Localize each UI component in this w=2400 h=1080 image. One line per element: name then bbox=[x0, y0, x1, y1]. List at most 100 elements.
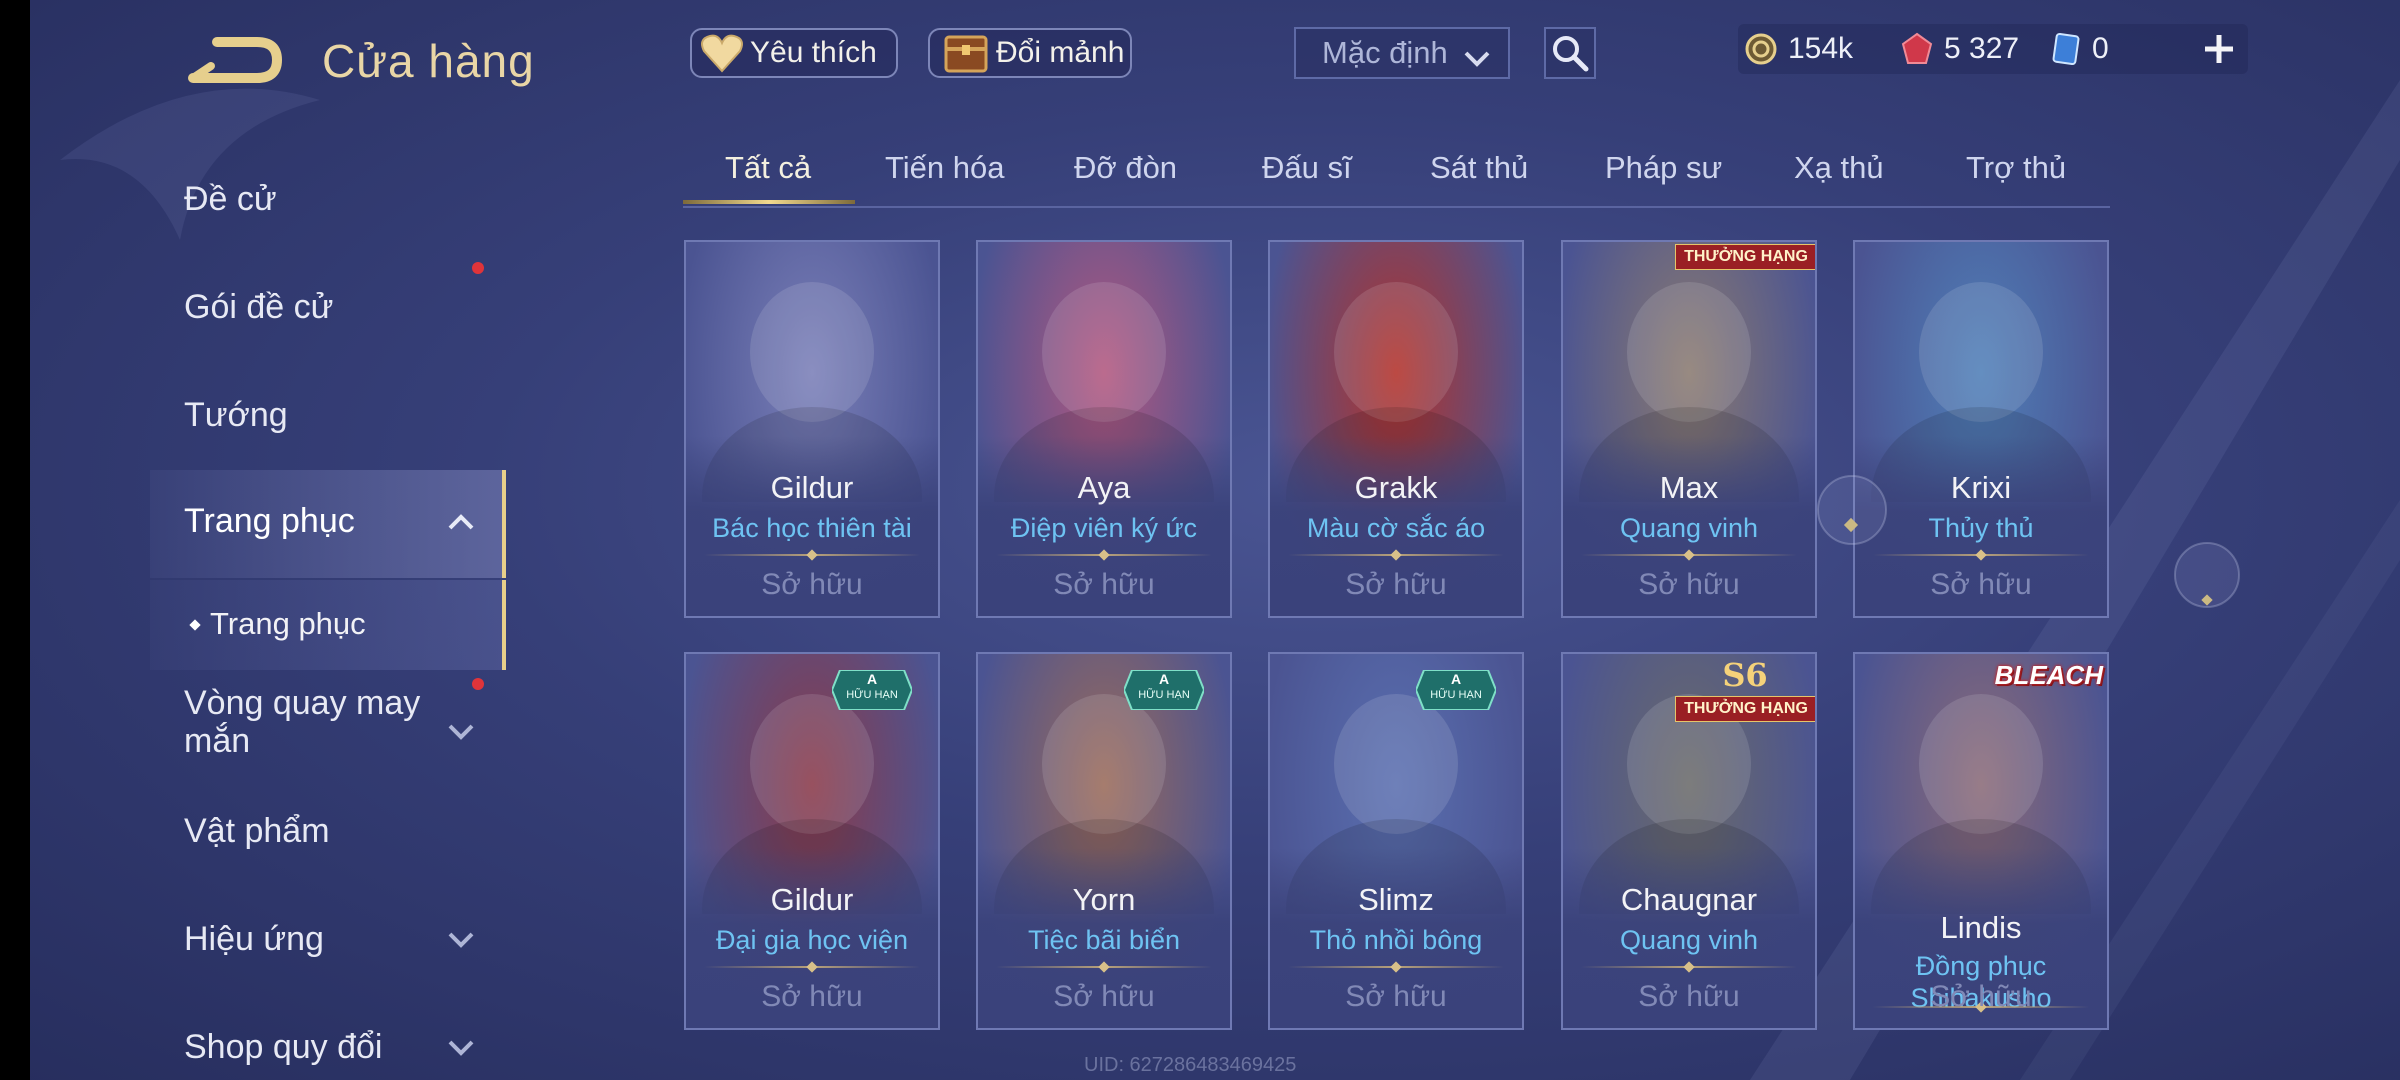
hero-name: Aya bbox=[1077, 470, 1131, 505]
gold-coin-icon bbox=[1744, 32, 1778, 66]
skin-card[interactable]: BLEACH Lindis Đồng phục Shihakusho Sở hữu bbox=[1853, 652, 2109, 1030]
skin-card[interactable]: A HỮU HẠN Gildur Đại gia học viện Sở hữu bbox=[684, 652, 940, 1030]
chevron-down-icon bbox=[448, 1040, 474, 1056]
skin-card[interactable]: Aya Điệp viên ký ức Sở hữu bbox=[976, 240, 1232, 618]
fragment-exchange-button[interactable]: Đổi mảnh bbox=[928, 28, 1132, 78]
season-label: S6 bbox=[1722, 656, 1768, 694]
chevron-up-icon bbox=[448, 514, 474, 530]
active-tab-indicator bbox=[683, 200, 855, 204]
skin-card[interactable]: S6 THƯỞNG HẠNG Chaugnar Quang vinh Sở hữu bbox=[1561, 652, 1817, 1030]
skin-card[interactable]: A HỮU HẠN Slimz Thỏ nhồi bông Sở hữu bbox=[1268, 652, 1524, 1030]
add-currency-button[interactable] bbox=[2196, 26, 2242, 72]
screen-edge bbox=[0, 0, 30, 1080]
sidebar-item-skins[interactable]: Trang phục bbox=[184, 502, 355, 541]
owned-status: Sở hữu bbox=[1345, 568, 1447, 601]
diamond-bullet-icon bbox=[189, 619, 201, 631]
notification-dot bbox=[472, 262, 484, 274]
favorites-label: Yêu thích bbox=[750, 36, 877, 69]
skin-card[interactable]: Krixi Thủy thủ Sở hữu bbox=[1853, 240, 2109, 618]
sidebar-item-lucky-spin[interactable]: Vòng quay may mắn bbox=[184, 684, 434, 760]
ranked-reward-badge: THƯỞNG HẠNG bbox=[1675, 244, 1815, 316]
skin-name: Màu cờ sắc áo bbox=[1306, 513, 1486, 543]
sort-dropdown[interactable]: Mặc định bbox=[1294, 27, 1510, 79]
skin-name: Thỏ nhồi bông bbox=[1309, 925, 1483, 955]
sidebar-subitem-skins[interactable]: Trang phục bbox=[210, 606, 366, 642]
skin-name: Quang vinh bbox=[1619, 925, 1759, 955]
sidebar-item-recommended-packs[interactable]: Gói đề cử bbox=[184, 288, 333, 327]
heart-icon bbox=[700, 33, 744, 73]
voucher-amount: 0 bbox=[2092, 32, 2109, 65]
ranked-reward-badge: S6 THƯỞNG HẠNG bbox=[1675, 656, 1815, 728]
tab-assassin[interactable]: Sát thủ bbox=[1430, 150, 1528, 186]
ranked-reward-text: THƯỞNG HẠNG bbox=[1675, 244, 1815, 270]
skin-name: Quang vinh bbox=[1619, 513, 1759, 543]
owned-status: Sở hữu bbox=[1053, 980, 1155, 1013]
skin-name: Bác học thiên tài bbox=[712, 513, 912, 543]
treasure-chest-icon bbox=[942, 31, 990, 75]
favorites-button[interactable]: Yêu thích bbox=[690, 28, 898, 78]
tab-marksman[interactable]: Xạ thủ bbox=[1794, 150, 1884, 186]
skin-card[interactable]: THƯỞNG HẠNG Max Quang vinh Sở hữu bbox=[1561, 240, 1817, 618]
hero-name: Grakk bbox=[1354, 470, 1438, 505]
floating-orb-icon bbox=[2174, 542, 2240, 608]
skin-card[interactable]: Gildur Bác học thiên tài Sở hữu bbox=[684, 240, 940, 618]
sidebar-item-items[interactable]: Vật phẩm bbox=[184, 812, 330, 851]
tab-mage[interactable]: Pháp sư bbox=[1605, 150, 1722, 186]
voucher-card-icon bbox=[2052, 32, 2082, 66]
tab-all[interactable]: Tất cả bbox=[725, 150, 811, 186]
limited-badge: A HỮU HẠN bbox=[1416, 670, 1496, 710]
collab-logo: BLEACH bbox=[1994, 660, 2103, 690]
skin-card[interactable]: A HỮU HẠN Yorn Tiệc bãi biển Sở hữu bbox=[976, 652, 1232, 1030]
hero-name: Lindis bbox=[1940, 910, 2022, 945]
hero-name: Max bbox=[1659, 470, 1719, 505]
skin-card[interactable]: Grakk Màu cờ sắc áo Sở hữu bbox=[1268, 240, 1524, 618]
limited-badge-text: HỮU HẠN bbox=[1138, 689, 1190, 701]
ruby-gem-icon bbox=[1900, 32, 1934, 66]
limited-badge: A HỮU HẠN bbox=[1124, 670, 1204, 710]
tab-fighter[interactable]: Đấu sĩ bbox=[1262, 150, 1352, 186]
owned-status: Sở hữu bbox=[1053, 568, 1155, 601]
hero-name: Yorn bbox=[1072, 882, 1136, 917]
notification-dot bbox=[472, 678, 484, 690]
chevron-down-icon bbox=[448, 932, 474, 948]
owned-status: Sở hữu bbox=[1638, 980, 1740, 1013]
limited-badge-letter: A bbox=[1158, 671, 1170, 687]
sidebar-item-heroes[interactable]: Tướng bbox=[184, 396, 288, 435]
limited-badge-letter: A bbox=[866, 671, 878, 687]
tab-tank[interactable]: Đỡ đòn bbox=[1074, 150, 1177, 186]
gold-amount: 154k bbox=[1788, 32, 1854, 65]
sidebar-item-recommended[interactable]: Đề cử bbox=[184, 180, 277, 219]
sidebar-item-exchange-shop[interactable]: Shop quy đổi bbox=[184, 1028, 383, 1067]
ranked-reward-text: THƯỞNG HẠNG bbox=[1675, 696, 1815, 722]
chevron-down-icon bbox=[1462, 43, 1492, 79]
hero-name: Krixi bbox=[1950, 470, 2012, 505]
owned-status: Sở hữu bbox=[1638, 568, 1740, 601]
tab-support[interactable]: Trợ thủ bbox=[1966, 150, 2066, 186]
sort-value: Mặc định bbox=[1322, 35, 1448, 70]
limited-badge-text: HỮU HẠN bbox=[1430, 689, 1482, 701]
floating-orb-icon bbox=[1817, 475, 1887, 545]
limited-badge-text: HỮU HẠN bbox=[846, 689, 898, 701]
hero-name: Gildur bbox=[770, 470, 854, 505]
hero-name: Chaugnar bbox=[1620, 882, 1758, 917]
plus-icon bbox=[2205, 35, 2233, 63]
owned-status: Sở hữu bbox=[1345, 980, 1447, 1013]
page-title: Cửa hàng bbox=[322, 35, 535, 87]
skin-name: Đại gia học viện bbox=[715, 925, 909, 955]
tab-evolution[interactable]: Tiến hóa bbox=[885, 150, 1005, 186]
owned-status: Sở hữu bbox=[761, 568, 863, 601]
fragment-exchange-label: Đổi mảnh bbox=[996, 36, 1125, 69]
ruby-currency: 5 327 bbox=[1900, 26, 2019, 72]
ruby-amount: 5 327 bbox=[1944, 32, 2020, 65]
back-button[interactable] bbox=[185, 30, 285, 90]
limited-badge-letter: A bbox=[1450, 671, 1462, 687]
search-button[interactable] bbox=[1544, 27, 1596, 79]
owned-status: Sở hữu bbox=[761, 980, 863, 1013]
back-arrow-icon bbox=[188, 37, 283, 83]
limited-badge: A HỮU HẠN bbox=[832, 670, 912, 710]
owned-status: Sở hữu bbox=[1930, 980, 2032, 1013]
owned-status: Sở hữu bbox=[1930, 568, 2032, 601]
sidebar-item-effects[interactable]: Hiệu ứng bbox=[184, 920, 324, 959]
voucher-currency: 0 bbox=[2052, 26, 2109, 72]
gold-currency: 154k bbox=[1744, 26, 1853, 72]
